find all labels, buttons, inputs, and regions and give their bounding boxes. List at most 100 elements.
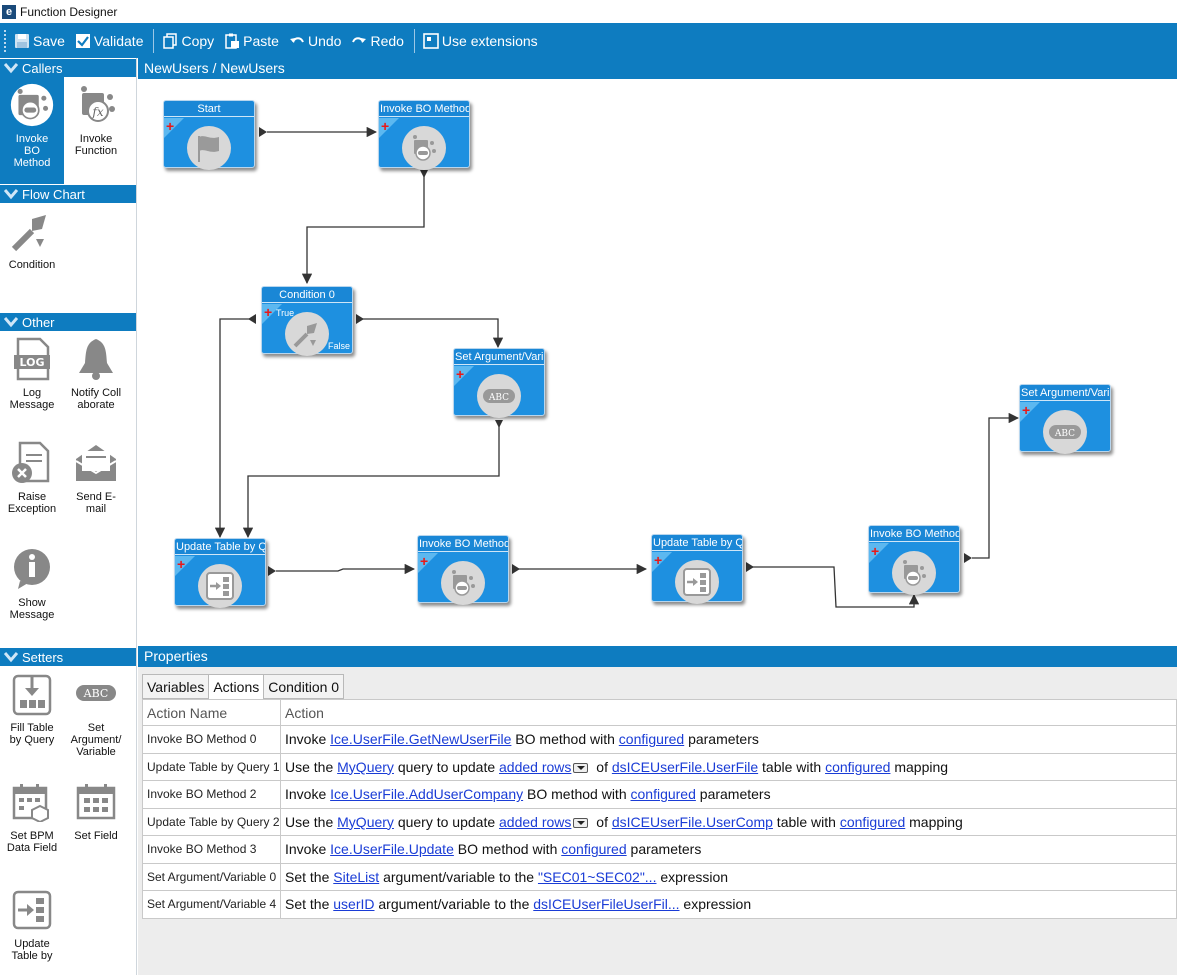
table-row[interactable]: Update Table by Query 1 Use the MyQuery …: [142, 752, 1177, 781]
link-invoke3-setarg4[interactable]: [972, 412, 1020, 559]
node-start[interactable]: Start +: [163, 100, 255, 170]
node-title: Set Argument/Vari: [454, 349, 544, 365]
table-link[interactable]: dsICEUserFile.UserFile: [612, 759, 758, 775]
palette-notify-collaborate[interactable]: Notify Collaborate: [64, 331, 128, 435]
node-update-table-by-query-2[interactable]: Update Table by Q +: [651, 534, 743, 604]
table-row[interactable]: Invoke BO Method 2 Invoke Ice.UserFile.A…: [142, 780, 1177, 809]
out-port[interactable]: [259, 127, 267, 137]
bo-method-link[interactable]: Ice.UserFile.GetNewUserFile: [330, 731, 511, 747]
paste-button[interactable]: Paste: [224, 33, 279, 49]
node-condition-0[interactable]: Condition 0 + True False: [261, 286, 353, 356]
action-cell: Invoke Ice.UserFile.Update BO method wit…: [280, 835, 1177, 864]
configured-link[interactable]: configured: [561, 841, 626, 857]
plus-icon[interactable]: +: [264, 305, 272, 319]
plus-icon[interactable]: +: [456, 367, 464, 381]
configured-link[interactable]: configured: [840, 814, 905, 830]
variable-link[interactable]: SiteList: [333, 869, 379, 885]
other-section-header[interactable]: Other: [0, 312, 136, 331]
out-port[interactable]: [495, 420, 503, 428]
rows-link[interactable]: added rows: [499, 759, 571, 775]
palette-condition[interactable]: Condition: [0, 203, 64, 312]
out-port[interactable]: [248, 314, 256, 324]
plus-icon[interactable]: +: [381, 119, 389, 133]
palette-log-message[interactable]: LOG Log Message: [0, 331, 64, 435]
table-row[interactable]: Invoke BO Method 3 Invoke Ice.UserFile.U…: [142, 835, 1177, 864]
bo-method-link[interactable]: Ice.UserFile.Update: [330, 841, 454, 857]
out-port[interactable]: [268, 566, 276, 576]
table-link[interactable]: dsICEUserFile.UserComp: [612, 814, 773, 830]
action-text: Invoke: [285, 786, 331, 803]
palette-send-email[interactable]: Send E-mail: [64, 435, 128, 541]
action-text: table with: [758, 758, 826, 775]
bo-method-link[interactable]: Ice.UserFile.AddUserCompany: [330, 786, 523, 802]
plus-icon[interactable]: +: [420, 554, 428, 568]
link-condition0-setarg0[interactable]: [360, 318, 504, 349]
node-set-argument-variable-4[interactable]: Set Argument/Vari + ABC: [1019, 384, 1111, 454]
palette-set-bpm-data-field[interactable]: Set BPM Data Field: [0, 774, 64, 882]
palette-invoke-function[interactable]: fx Invoke Function: [64, 77, 128, 184]
plus-icon[interactable]: +: [1022, 403, 1030, 417]
window-title: Function Designer: [20, 4, 118, 19]
plus-icon[interactable]: +: [166, 119, 174, 133]
query-link[interactable]: MyQuery: [337, 814, 394, 830]
out-port[interactable]: [746, 562, 754, 572]
table-row[interactable]: Set Argument/Variable 0 Set the SiteList…: [142, 862, 1177, 891]
query-link[interactable]: MyQuery: [337, 759, 394, 775]
toolbar-grip-icon[interactable]: [4, 29, 8, 52]
node-invoke-bo-method-0[interactable]: Invoke BO Method +: [378, 100, 470, 170]
palette-fill-table-by-query[interactable]: Fill Table by Query: [0, 666, 64, 774]
tab-condition-0[interactable]: Condition 0: [263, 674, 345, 699]
undo-button[interactable]: Undo: [289, 33, 341, 49]
rows-link[interactable]: added rows: [499, 814, 571, 830]
flow-canvas[interactable]: Start + Invoke BO Method + Condition 0 +…: [138, 79, 1177, 641]
plus-icon[interactable]: +: [654, 553, 662, 567]
save-button[interactable]: Save: [14, 33, 65, 49]
rows-dropdown-icon[interactable]: [573, 818, 589, 829]
setters-section-header[interactable]: Setters: [0, 647, 136, 666]
node-invoke-bo-method-3[interactable]: Invoke BO Method +: [868, 525, 960, 595]
palette-show-message[interactable]: Show Message: [0, 541, 64, 647]
node-update-table-by-query-1[interactable]: Update Table by Q +: [174, 538, 266, 608]
redo-button[interactable]: Redo: [351, 33, 404, 49]
palette-set-field[interactable]: Set Field: [64, 774, 128, 882]
table-row[interactable]: Update Table by Query 2 Use the MyQuery …: [142, 807, 1177, 836]
link-invoke0-condition0[interactable]: [301, 172, 425, 285]
plus-icon[interactable]: +: [177, 557, 185, 571]
expression-link[interactable]: dsICEUserFileUserFil...: [533, 896, 679, 912]
out-port[interactable]: [420, 170, 428, 178]
configured-link[interactable]: configured: [825, 759, 890, 775]
copy-button[interactable]: Copy: [162, 33, 214, 49]
tab-variables[interactable]: Variables: [142, 674, 210, 699]
node-invoke-bo-method-2[interactable]: Invoke BO Method +: [417, 535, 509, 605]
rows-dropdown-icon[interactable]: [573, 763, 589, 774]
out-port[interactable]: [512, 564, 520, 574]
update-table-label: Update Table by: [11, 938, 53, 962]
tab-actions[interactable]: Actions: [208, 674, 265, 700]
plus-icon[interactable]: +: [871, 544, 879, 558]
callers-section-header[interactable]: Callers: [0, 58, 136, 77]
palette-set-argument-variable[interactable]: ABC Set Argument/ Variable: [64, 666, 128, 774]
column-header-action[interactable]: Action: [280, 699, 1177, 726]
action-text: query to update: [393, 813, 500, 830]
use-extensions-button[interactable]: Use extensions: [423, 33, 538, 49]
chevron-down-icon: [4, 63, 18, 74]
validate-button[interactable]: Validate: [75, 33, 143, 49]
flow-chart-section-header[interactable]: Flow Chart: [0, 184, 136, 203]
variable-link[interactable]: userID: [333, 896, 374, 912]
column-header-action-name[interactable]: Action Name: [142, 699, 281, 726]
link-update1-invoke2[interactable]: [276, 563, 416, 575]
configured-link[interactable]: configured: [631, 786, 696, 802]
table-row[interactable]: Set Argument/Variable 4 Set the userID a…: [142, 890, 1177, 919]
table-row[interactable]: Invoke BO Method 0 Invoke Ice.UserFile.G…: [142, 725, 1177, 754]
configured-link[interactable]: configured: [619, 731, 684, 747]
palette-invoke-bo-method[interactable]: Invoke BO Method: [0, 77, 64, 184]
expression-link[interactable]: "SEC01~SEC02"...: [538, 869, 657, 885]
out-port[interactable]: [356, 314, 364, 324]
node-set-argument-variable-0[interactable]: Set Argument/Vari + ABC: [453, 348, 545, 418]
link-setarg0-update1[interactable]: [242, 424, 500, 539]
update-table-icon: [198, 564, 242, 608]
out-port[interactable]: [964, 553, 972, 563]
palette-raise-exception[interactable]: Raise Exception: [0, 435, 64, 541]
palette-update-table-by-query[interactable]: Update Table by: [0, 882, 64, 972]
link-condition0-update1[interactable]: [214, 318, 250, 539]
